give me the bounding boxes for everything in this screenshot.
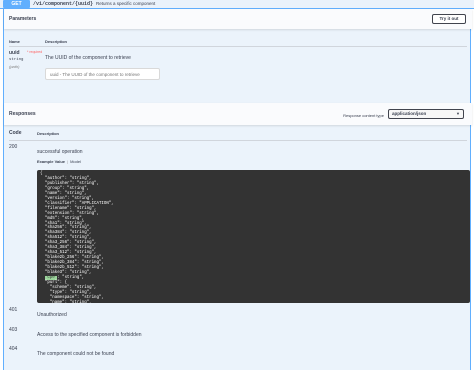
parameters-header: Parameters Try it out bbox=[4, 9, 472, 29]
parameters-title: Parameters bbox=[9, 16, 37, 22]
param-location: (path) bbox=[9, 64, 20, 69]
response-content-type-value: application/json bbox=[392, 111, 427, 116]
code-line: "name": "string", bbox=[40, 300, 92, 303]
resp-col-description: Description bbox=[37, 131, 60, 136]
uuid-input[interactable] bbox=[45, 68, 160, 80]
response-content-type-select[interactable]: application/json ▼ bbox=[388, 109, 464, 119]
response-description: The component could not be found bbox=[37, 351, 115, 357]
response-description: Access to the specified component is for… bbox=[37, 332, 142, 338]
response-code: 200 bbox=[9, 144, 18, 150]
try-it-out-button[interactable]: Try it out bbox=[432, 14, 466, 24]
param-col-name: Name bbox=[9, 39, 20, 44]
param-description: The UUID of the component to retrieve bbox=[45, 55, 131, 61]
resp-col-code: Code bbox=[9, 130, 22, 136]
operation-header[interactable]: GET /v1/component/{uuid} Returns a speci… bbox=[0, 0, 474, 9]
tab-separator: | bbox=[67, 159, 69, 164]
param-divider bbox=[9, 46, 467, 47]
resp-divider bbox=[9, 140, 467, 141]
param-type: string bbox=[9, 58, 24, 62]
endpoint-summary: Returns a specific component bbox=[96, 1, 156, 6]
tab-model[interactable]: Model bbox=[70, 159, 81, 164]
response-code: 401 bbox=[9, 307, 18, 313]
response-description: successful operation bbox=[37, 149, 83, 155]
param-col-description: Description bbox=[45, 39, 68, 44]
responses-title: Responses bbox=[9, 111, 36, 117]
param-name: uuid bbox=[9, 50, 20, 56]
endpoint-path: /v1/component/{uuid} bbox=[33, 1, 94, 7]
operation-body: Parameters Try it out Name Description u… bbox=[3, 9, 472, 370]
http-method-badge: GET bbox=[3, 0, 30, 8]
tab-example-value[interactable]: Example Value bbox=[37, 159, 65, 164]
param-required-label: * required bbox=[27, 50, 43, 54]
response-code: 404 bbox=[9, 346, 18, 352]
response-content-type-label: Response content type bbox=[343, 113, 384, 118]
example-tabs: Example Value | Model bbox=[37, 159, 81, 164]
response-code: 403 bbox=[9, 327, 18, 333]
chevron-down-icon: ▼ bbox=[456, 111, 460, 116]
example-json-block: { "author": "string", "publisher": "stri… bbox=[37, 170, 470, 303]
response-description: Unauthorized bbox=[37, 312, 67, 318]
